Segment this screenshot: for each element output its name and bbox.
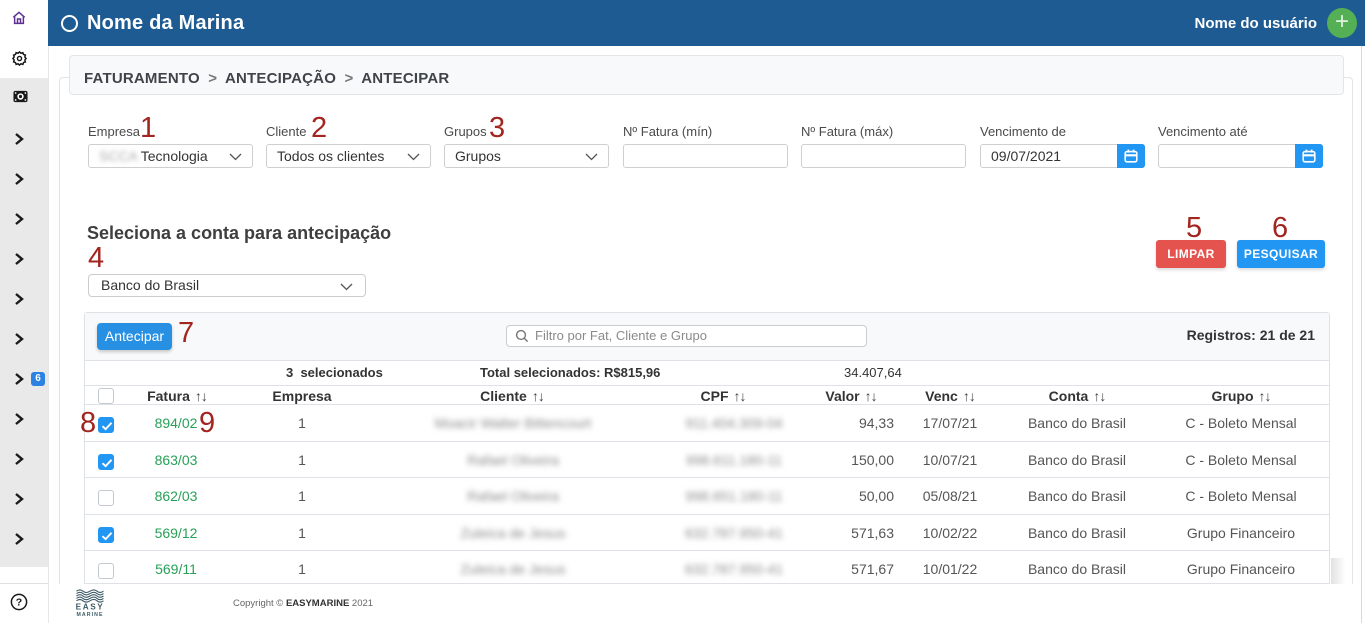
svg-text:?: ? — [16, 597, 22, 609]
svg-text:EASY: EASY — [76, 603, 104, 612]
svg-text:MARINE: MARINE — [76, 612, 103, 618]
